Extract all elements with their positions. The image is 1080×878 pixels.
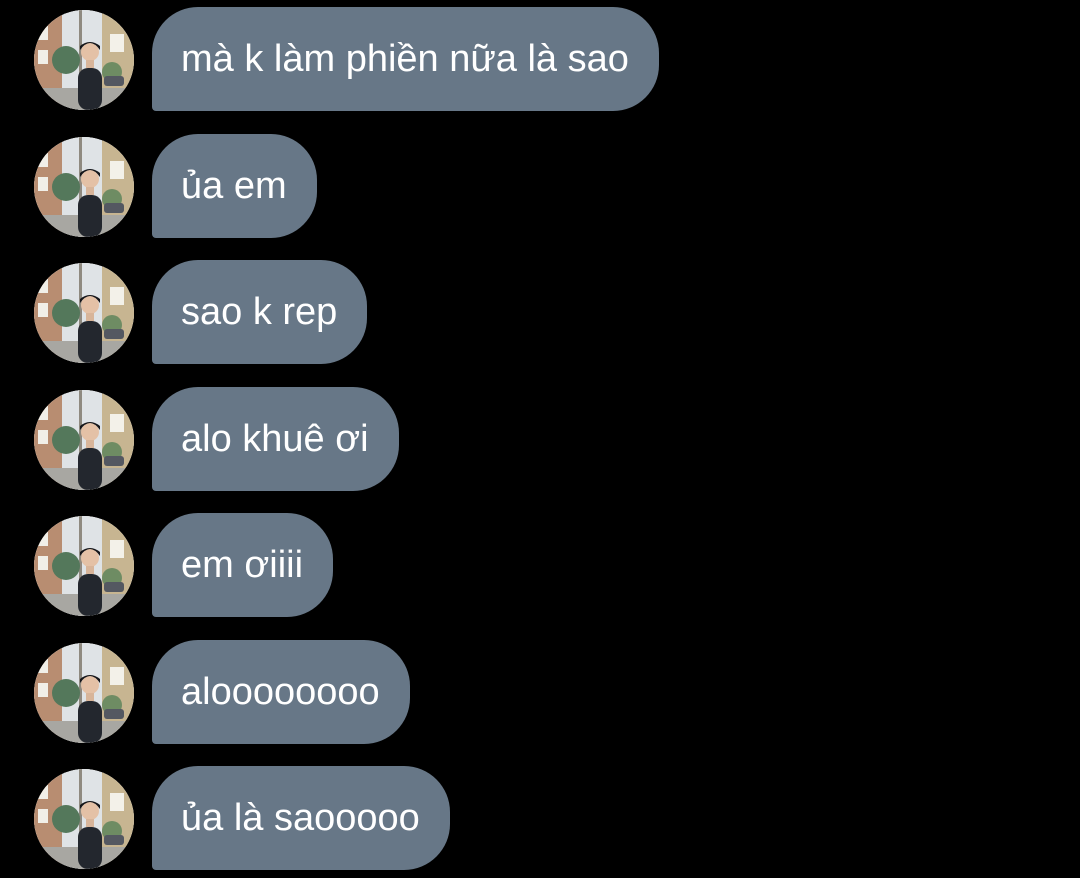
message-bubble[interactable]: alo khuê ơi <box>152 387 399 491</box>
user-profile-photo-icon <box>34 390 134 490</box>
user-profile-photo-icon <box>34 137 134 237</box>
message-row: sao k rep <box>0 260 1080 364</box>
message-bubble[interactable]: em ơiiii <box>152 513 334 617</box>
message-bubble[interactable]: ủa là saooooo <box>152 766 450 870</box>
message-bubble[interactable]: mà k làm phiền nữa là sao <box>152 7 659 111</box>
sender-avatar-icon[interactable] <box>34 643 134 743</box>
message-row: alo khuê ơi <box>0 387 1080 491</box>
message-row: aloooooooo <box>0 640 1080 744</box>
message-bubble[interactable]: ủa em <box>152 134 317 238</box>
chat-thread: mà k làm phiền nữa là sao ủa em sao k re… <box>0 0 1080 878</box>
user-profile-photo-icon <box>34 263 134 363</box>
message-row: ủa em <box>0 134 1080 238</box>
sender-avatar-icon[interactable] <box>34 769 134 869</box>
user-profile-photo-icon <box>34 10 134 110</box>
sender-avatar-icon[interactable] <box>34 516 134 616</box>
message-bubble[interactable]: sao k rep <box>152 260 368 364</box>
user-profile-photo-icon <box>34 516 134 616</box>
sender-avatar-icon[interactable] <box>34 390 134 490</box>
message-bubble[interactable]: aloooooooo <box>152 640 410 744</box>
sender-avatar-icon[interactable] <box>34 263 134 363</box>
message-row: em ơiiii <box>0 513 1080 617</box>
user-profile-photo-icon <box>34 769 134 869</box>
user-profile-photo-icon <box>34 643 134 743</box>
message-row: ủa là saooooo <box>0 766 1080 870</box>
sender-avatar-icon[interactable] <box>34 10 134 110</box>
message-row: mà k làm phiền nữa là sao <box>0 7 1080 111</box>
sender-avatar-icon[interactable] <box>34 137 134 237</box>
